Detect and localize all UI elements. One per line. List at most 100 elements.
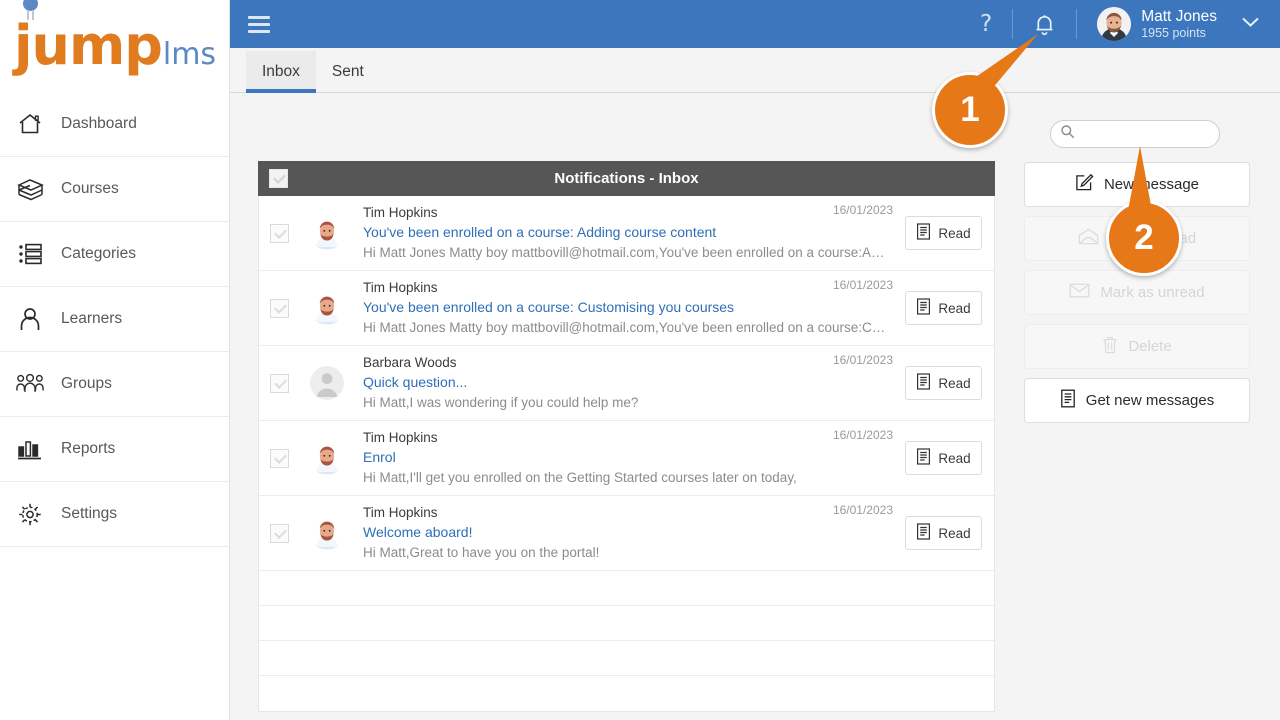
read-button[interactable]: Read <box>905 291 982 325</box>
document-icon <box>1060 389 1076 412</box>
message-subject[interactable]: You've been enrolled on a course: Adding… <box>363 222 889 243</box>
message-date: 16/01/2023 <box>832 202 893 217</box>
gear-icon <box>16 500 44 528</box>
page-title: Notifications - Inbox <box>554 170 699 187</box>
message-preview: Hi Matt Jones Matty boy mattbovill@hotma… <box>363 245 889 261</box>
brand-logo[interactable]: jump lms <box>0 0 229 92</box>
message-list-panel: Notifications - Inbox 16/01/2023 Tim Hop… <box>258 161 995 712</box>
sidebar-item-settings[interactable]: Settings <box>0 482 229 547</box>
message-content: 16/01/2023 Barbara Woods Quick question.… <box>363 353 899 414</box>
open-envelope-icon <box>1078 228 1099 249</box>
message-sender: Barbara Woods <box>363 354 457 370</box>
search-row <box>230 93 1280 148</box>
tab-label: Sent <box>331 63 364 80</box>
row-checkbox[interactable] <box>270 373 289 393</box>
message-sender: Tim Hopkins <box>363 204 438 220</box>
get-new-messages-button[interactable]: Get new messages <box>1024 378 1250 423</box>
message-sender: Tim Hopkins <box>363 504 438 520</box>
document-icon <box>916 223 931 243</box>
message-subject[interactable]: You've been enrolled on a course: Custom… <box>363 297 889 318</box>
mark-as-unread-label: Mark as unread <box>1100 284 1205 301</box>
application-window: jump lms Dashboard Courses Categories Le… <box>0 0 1280 720</box>
empty-row <box>259 641 994 676</box>
avatar <box>1097 7 1132 41</box>
group-icon <box>16 370 44 398</box>
sidebar-item-label: Courses <box>61 180 119 197</box>
delete-button[interactable]: Delete <box>1024 324 1250 369</box>
empty-row <box>259 571 994 606</box>
mark-as-unread-button[interactable]: Mark as unread <box>1024 270 1250 315</box>
tab-bar: Inbox Sent <box>230 48 1280 93</box>
message-subject[interactable]: Quick question... <box>363 372 889 393</box>
avatar <box>310 216 344 250</box>
read-button[interactable]: Read <box>905 441 982 475</box>
closed-envelope-icon <box>1069 283 1090 302</box>
row-checkbox[interactable] <box>270 298 289 318</box>
main-area: ? Matt Jones 1955 points Inbox Sent Noti… <box>230 0 1280 720</box>
message-content: 16/01/2023 Tim Hopkins Welcome aboard! H… <box>363 503 899 564</box>
empty-row <box>259 676 994 711</box>
sidebar-item-label: Learners <box>61 310 123 327</box>
table-row[interactable]: 16/01/2023 Tim Hopkins You've been enrol… <box>259 196 994 271</box>
books-icon <box>16 175 44 203</box>
table-row[interactable]: 16/01/2023 Tim Hopkins Welcome aboard! H… <box>259 496 994 571</box>
read-button-label: Read <box>938 525 971 541</box>
read-button[interactable]: Read <box>905 216 982 250</box>
list-icon <box>16 240 44 268</box>
message-subject[interactable]: Welcome aboard! <box>363 522 889 543</box>
sidebar: jump lms Dashboard Courses Categories Le… <box>0 0 230 720</box>
message-preview: Hi Matt,Great to have you on the portal! <box>363 545 600 561</box>
user-icon <box>16 305 44 333</box>
top-navigation-bar: ? Matt Jones 1955 points <box>230 0 1280 48</box>
tab-inbox[interactable]: Inbox <box>246 51 316 93</box>
message-subject[interactable]: Enrol <box>363 447 889 468</box>
table-row[interactable]: 16/01/2023 Tim Hopkins Enrol Hi Matt,I'l… <box>259 421 994 496</box>
trash-icon <box>1102 336 1118 358</box>
message-preview: Hi Matt Jones Matty boy mattbovill@hotma… <box>363 320 889 336</box>
read-button[interactable]: Read <box>905 516 982 550</box>
avatar <box>310 516 344 550</box>
message-content: 16/01/2023 Tim Hopkins Enrol Hi Matt,I'l… <box>363 428 899 489</box>
message-date: 16/01/2023 <box>832 427 893 442</box>
sidebar-item-courses[interactable]: Courses <box>0 157 229 222</box>
message-sender: Tim Hopkins <box>363 279 438 295</box>
compose-icon <box>1075 173 1094 196</box>
message-date: 16/01/2023 <box>832 277 893 292</box>
sidebar-item-label: Reports <box>61 440 116 457</box>
message-content: 16/01/2023 Tim Hopkins You've been enrol… <box>363 278 899 339</box>
message-list-body: 16/01/2023 Tim Hopkins You've been enrol… <box>258 196 995 712</box>
sidebar-item-categories[interactable]: Categories <box>0 222 229 287</box>
message-list-header: Notifications - Inbox <box>258 161 995 196</box>
sidebar-item-reports[interactable]: Reports <box>0 417 229 482</box>
sidebar-item-groups[interactable]: Groups <box>0 352 229 417</box>
hamburger-icon[interactable] <box>248 15 270 33</box>
empty-row <box>259 606 994 641</box>
tab-label: Inbox <box>262 63 300 80</box>
sidebar-item-learners[interactable]: Learners <box>0 287 229 352</box>
avatar <box>310 441 344 475</box>
callout-tail-1 <box>954 34 1038 96</box>
message-sender: Tim Hopkins <box>363 429 438 445</box>
row-checkbox[interactable] <box>270 223 289 243</box>
read-button[interactable]: Read <box>905 366 982 400</box>
tab-sent[interactable]: Sent <box>316 51 380 92</box>
table-row[interactable]: 16/01/2023 Tim Hopkins You've been enrol… <box>259 271 994 346</box>
user-profile-button[interactable]: Matt Jones 1955 points <box>1077 7 1223 41</box>
sidebar-item-label: Dashboard <box>61 115 137 132</box>
chevron-down-icon[interactable] <box>1223 15 1266 33</box>
message-preview: Hi Matt,I was wondering if you could hel… <box>363 395 639 411</box>
sidebar-item-label: Groups <box>61 375 112 392</box>
row-checkbox[interactable] <box>270 448 289 468</box>
sidebar-item-dashboard[interactable]: Dashboard <box>0 92 229 157</box>
search-input[interactable] <box>1079 126 1209 142</box>
delete-label: Delete <box>1128 338 1172 355</box>
logo-primary-text: jump <box>14 14 163 77</box>
table-row[interactable]: 16/01/2023 Barbara Woods Quick question.… <box>259 346 994 421</box>
user-points: 1955 points <box>1141 25 1206 40</box>
row-checkbox[interactable] <box>270 523 289 543</box>
message-date: 16/01/2023 <box>832 352 893 367</box>
document-icon <box>916 373 931 393</box>
callout-marker-2: 2 <box>1106 146 1182 276</box>
message-preview: Hi Matt,I'll get you enrolled on the Get… <box>363 470 797 486</box>
read-button-label: Read <box>938 225 971 241</box>
